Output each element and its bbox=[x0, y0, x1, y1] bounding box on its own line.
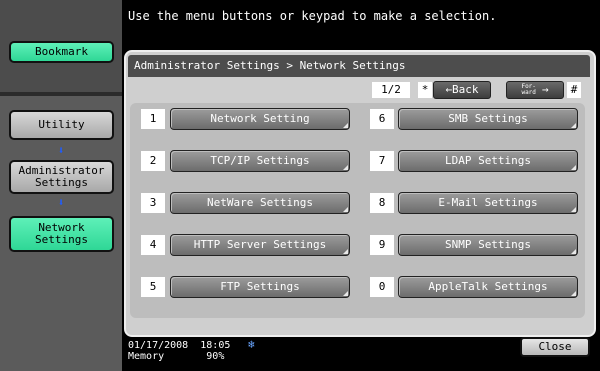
arrow-right-icon: → bbox=[541, 83, 549, 96]
netware-settings-button[interactable]: NetWare Settings bbox=[170, 192, 350, 214]
back-button[interactable]: ←Back bbox=[433, 81, 491, 99]
arrow-down-icon: ⬇ bbox=[57, 196, 65, 209]
snmp-settings-button[interactable]: SNMP Settings bbox=[398, 234, 578, 256]
network-settings-button[interactable]: Network Settings bbox=[9, 216, 114, 252]
status-time: 18:05 bbox=[200, 340, 231, 351]
breadcrumb: Administrator Settings > Network Setting… bbox=[128, 55, 590, 77]
menu-label: SMB Settings bbox=[448, 112, 528, 125]
menu-number: 8 bbox=[370, 193, 394, 213]
menu-label: AppleTalk Settings bbox=[428, 280, 548, 293]
back-key-label: * bbox=[418, 82, 432, 98]
network-setting-button[interactable]: Network Setting bbox=[170, 108, 350, 130]
menu-label: HTTP Server Settings bbox=[193, 238, 327, 251]
back-label: ←Back bbox=[445, 83, 479, 96]
forward-key-label: # bbox=[567, 82, 581, 98]
smb-settings-button[interactable]: SMB Settings bbox=[398, 108, 578, 130]
menu-number: 1 bbox=[141, 109, 165, 129]
menu-number: 6 bbox=[370, 109, 394, 129]
network-status-icon: ❄ bbox=[248, 338, 255, 351]
menu-number: 7 bbox=[370, 151, 394, 171]
menu-number: 9 bbox=[370, 235, 394, 255]
administrator-settings-button[interactable]: Administrator Settings bbox=[9, 160, 114, 194]
ftp-settings-button[interactable]: FTP Settings bbox=[170, 276, 350, 298]
appletalk-settings-button[interactable]: AppleTalk Settings bbox=[398, 276, 578, 298]
divider bbox=[0, 92, 122, 96]
instruction-text: Use the menu buttons or keypad to make a… bbox=[128, 9, 497, 23]
forward-label-line2: ward bbox=[521, 89, 536, 96]
menu-label: SNMP Settings bbox=[444, 238, 532, 251]
menu-label: FTP Settings bbox=[220, 280, 300, 293]
forward-button[interactable]: For- ward → bbox=[506, 81, 564, 99]
menu-label: E-Mail Settings bbox=[438, 196, 538, 209]
utility-label: Utility bbox=[38, 118, 85, 131]
menu-label: TCP/IP Settings bbox=[210, 154, 310, 167]
status-area: 01/17/2008 18:05 Memory 90% bbox=[128, 340, 230, 362]
close-button[interactable]: Close bbox=[520, 337, 590, 357]
menu-number: 3 bbox=[141, 193, 165, 213]
status-date: 01/17/2008 bbox=[128, 340, 189, 351]
memory-value: 90% bbox=[206, 351, 225, 362]
memory-label: Memory bbox=[128, 351, 165, 362]
utility-button[interactable]: Utility bbox=[9, 110, 114, 140]
tcp-ip-settings-button[interactable]: TCP/IP Settings bbox=[170, 150, 350, 172]
ldap-settings-button[interactable]: LDAP Settings bbox=[398, 150, 578, 172]
menu-label: Network Setting bbox=[210, 112, 310, 125]
page-indicator: 1/2 bbox=[372, 82, 410, 98]
close-label: Close bbox=[538, 340, 572, 353]
menu-label: LDAP Settings bbox=[444, 154, 532, 167]
email-settings-button[interactable]: E-Mail Settings bbox=[398, 192, 578, 214]
http-server-settings-button[interactable]: HTTP Server Settings bbox=[170, 234, 350, 256]
network-label-line2: Settings bbox=[35, 233, 88, 246]
arrow-down-icon: ⬇ bbox=[57, 144, 65, 157]
menu-number: 4 bbox=[141, 235, 165, 255]
menu-number: 2 bbox=[141, 151, 165, 171]
admin-label-line2: Settings bbox=[35, 176, 88, 189]
menu-number: 5 bbox=[141, 277, 165, 297]
menu-label: NetWare Settings bbox=[207, 196, 313, 209]
bookmark-label: Bookmark bbox=[35, 45, 88, 58]
menu-number: 0 bbox=[370, 277, 394, 297]
forward-label: For- ward bbox=[521, 84, 535, 96]
bookmark-button[interactable]: Bookmark bbox=[9, 41, 114, 63]
